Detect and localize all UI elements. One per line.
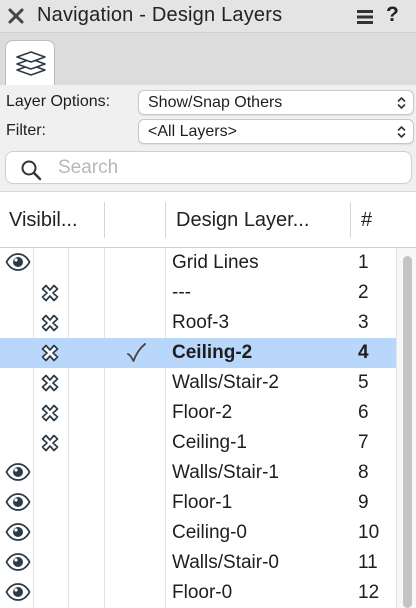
layer-row[interactable]: Ceiling-2 4 xyxy=(0,338,396,368)
active-layer-checkmark-icon[interactable] xyxy=(125,342,147,364)
help-button[interactable]: ? xyxy=(386,3,399,27)
layer-number: 12 xyxy=(358,582,380,603)
window-title: Navigation - Design Layers xyxy=(37,4,283,26)
column-divider[interactable] xyxy=(165,202,166,238)
eye-visible-icon[interactable] xyxy=(5,492,31,512)
layer-row[interactable]: --- 2 xyxy=(0,278,396,308)
layer-row[interactable]: Roof-3 3 xyxy=(0,308,396,338)
layer-number: 6 xyxy=(358,402,369,423)
layer-number: 3 xyxy=(358,312,369,333)
layer-options-value: Show/Snap Others xyxy=(148,94,283,111)
layer-number: 1 xyxy=(358,252,369,273)
layer-row[interactable]: Walls/Stair-2 5 xyxy=(0,368,396,398)
column-header-visibility[interactable]: Visibil... xyxy=(9,209,78,232)
hidden-x-icon[interactable] xyxy=(40,433,60,453)
hidden-x-icon[interactable] xyxy=(40,283,60,303)
options-panel: Layer Options: Show/Snap Others Filter: … xyxy=(0,85,416,192)
layer-name: Roof-3 xyxy=(172,312,230,333)
layer-name: Ceiling-2 xyxy=(172,342,253,363)
layer-number: 4 xyxy=(358,342,369,363)
layer-list: Grid Lines 1 --- 2 Roof-3 3 Ceiling-2 4 Walls/St… xyxy=(0,248,396,608)
layer-name: Grid Lines xyxy=(172,252,259,273)
layer-row[interactable]: Ceiling-0 10 xyxy=(0,518,396,548)
eye-visible-icon[interactable] xyxy=(5,522,31,542)
eye-visible-icon[interactable] xyxy=(5,552,31,572)
hidden-x-icon[interactable] xyxy=(40,313,60,333)
layer-name: Floor-2 xyxy=(172,402,233,423)
hidden-x-icon[interactable] xyxy=(40,373,60,393)
column-header-number[interactable]: # xyxy=(361,209,372,232)
filter-select[interactable]: <All Layers> xyxy=(138,119,414,144)
layer-name: Walls/Stair-2 xyxy=(172,372,279,393)
layer-name: Ceiling-0 xyxy=(172,522,247,543)
filter-label: Filter: xyxy=(6,122,46,139)
layer-number: 8 xyxy=(358,462,369,483)
column-divider[interactable] xyxy=(104,202,105,238)
hidden-x-icon[interactable] xyxy=(40,343,60,363)
layer-number: 10 xyxy=(358,522,380,543)
chevron-updown-icon xyxy=(397,126,406,138)
layer-row[interactable]: Walls/Stair-1 8 xyxy=(0,458,396,488)
scrollbar-thumb[interactable] xyxy=(403,256,412,608)
hamburger-menu-icon[interactable] xyxy=(356,9,374,25)
layer-row[interactable]: Floor-0 12 xyxy=(0,578,396,608)
layer-name: Walls/Stair-0 xyxy=(172,552,279,573)
layers-icon xyxy=(16,51,46,76)
table-header: Visibil... Design Layer... # xyxy=(0,192,416,248)
layer-name: Floor-1 xyxy=(172,492,233,513)
layer-number: 11 xyxy=(358,552,378,573)
layer-number: 5 xyxy=(358,372,369,393)
layer-name: --- xyxy=(172,282,191,303)
column-divider[interactable] xyxy=(350,202,351,238)
search-input[interactable] xyxy=(56,156,400,180)
eye-visible-icon[interactable] xyxy=(5,462,31,482)
layer-number: 7 xyxy=(358,432,369,453)
layer-name: Ceiling-1 xyxy=(172,432,247,453)
layer-number: 2 xyxy=(358,282,369,303)
layer-name: Floor-0 xyxy=(172,582,233,603)
title-bar: Navigation - Design Layers ? xyxy=(0,0,416,33)
chevron-updown-icon xyxy=(397,97,406,109)
search-icon xyxy=(21,160,42,181)
search-box[interactable] xyxy=(5,151,412,184)
layer-row[interactable]: Ceiling-1 7 xyxy=(0,428,396,458)
layer-name: Walls/Stair-1 xyxy=(172,462,279,483)
layer-options-label: Layer Options: xyxy=(6,93,111,110)
layer-row[interactable]: Floor-1 9 xyxy=(0,488,396,518)
filter-value: <All Layers> xyxy=(148,123,237,140)
layer-options-select[interactable]: Show/Snap Others xyxy=(138,90,414,115)
tab-strip xyxy=(0,33,416,85)
column-header-design-layer[interactable]: Design Layer... xyxy=(176,209,309,232)
close-icon[interactable] xyxy=(5,5,27,27)
eye-visible-icon[interactable] xyxy=(5,582,31,602)
eye-visible-icon[interactable] xyxy=(5,252,31,272)
hidden-x-icon[interactable] xyxy=(40,403,60,423)
layer-row[interactable]: Floor-2 6 xyxy=(0,398,396,428)
layer-number: 9 xyxy=(358,492,369,513)
layer-row[interactable]: Grid Lines 1 xyxy=(0,248,396,278)
layer-row[interactable]: Walls/Stair-0 11 xyxy=(0,548,396,578)
tab-design-layers[interactable] xyxy=(5,40,55,85)
